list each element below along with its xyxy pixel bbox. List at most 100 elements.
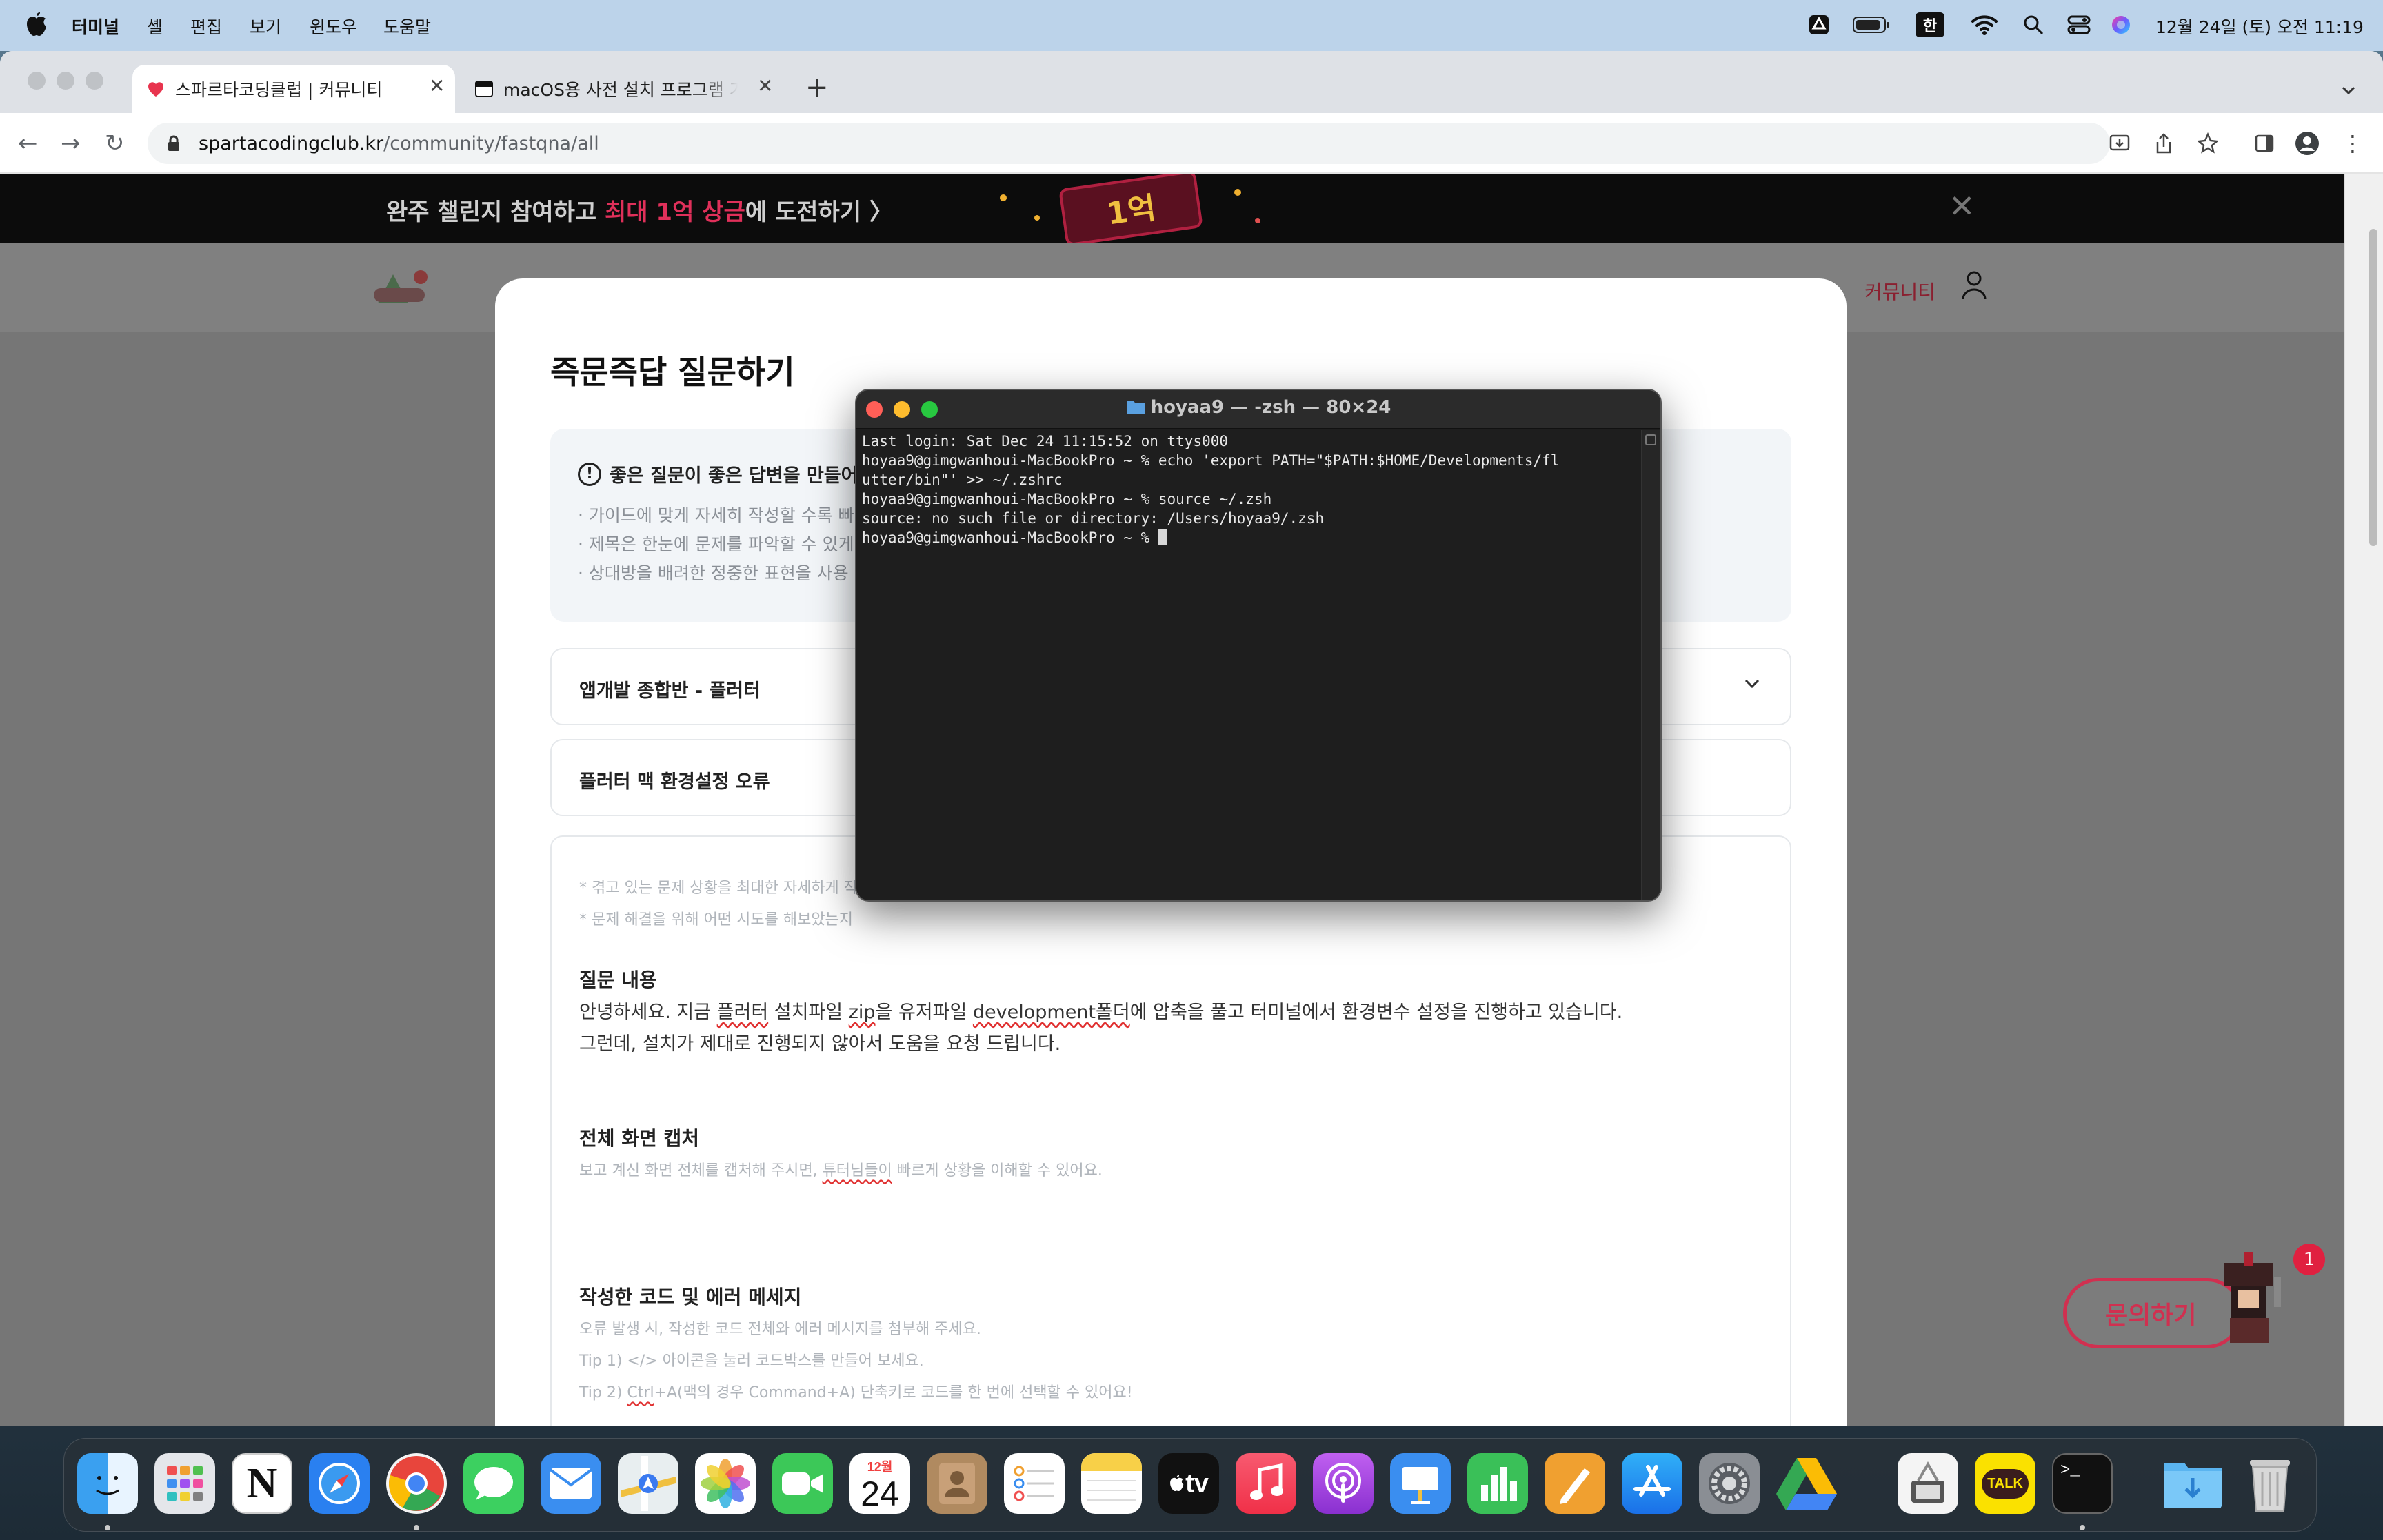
- window-close-button[interactable]: [28, 72, 46, 90]
- user-profile-icon[interactable]: [1961, 270, 1987, 303]
- window-minimize-button[interactable]: [57, 72, 74, 90]
- mascot-character-icon[interactable]: [2211, 1249, 2293, 1346]
- photos-icon[interactable]: [695, 1453, 756, 1514]
- tab-macos-guide[interactable]: macOS용 사전 설치 프로그램 가이드 ✕: [466, 65, 783, 113]
- podcasts-icon[interactable]: [1313, 1453, 1374, 1514]
- facetime-icon[interactable]: [772, 1453, 833, 1514]
- tab-search-chevron-icon[interactable]: [2339, 66, 2358, 114]
- calendar-month: 12월: [867, 1460, 893, 1474]
- running-indicator: [2080, 1525, 2085, 1530]
- back-arrow-icon[interactable]: ←: [18, 128, 38, 159]
- editor-hint: * 겪고 있는 문제 상황을 최대한 자세하게 작: [579, 880, 858, 897]
- wifi-icon[interactable]: [1971, 12, 1998, 37]
- google-drive-status-icon[interactable]: [1807, 12, 1831, 37]
- url-domain: spartacodingclub.kr: [199, 132, 384, 154]
- google-drive-icon[interactable]: [1776, 1453, 1837, 1514]
- promo-banner[interactable]: 완주 챌린지 참여하고 최대 1억 상금에 도전하기 〉 1억 ✕: [0, 174, 2344, 247]
- terminal-icon[interactable]: >_: [2052, 1453, 2113, 1514]
- reload-icon[interactable]: ↻: [105, 128, 125, 159]
- trash-icon[interactable]: [2240, 1453, 2300, 1514]
- system-information-icon[interactable]: [1898, 1453, 1958, 1514]
- numbers-icon[interactable]: [1467, 1453, 1528, 1514]
- menu-help[interactable]: 도움말: [383, 14, 431, 39]
- menu-app-name[interactable]: 터미널: [72, 14, 119, 39]
- running-indicator: [414, 1525, 419, 1530]
- terminal-line: utter/bin"' >> ~/.zshrc: [862, 472, 1063, 488]
- maps-icon[interactable]: [618, 1453, 678, 1514]
- pages-icon[interactable]: [1545, 1453, 1605, 1514]
- menu-window[interactable]: 윈도우: [310, 14, 357, 39]
- new-tab-button[interactable]: +: [805, 63, 829, 112]
- menu-shell[interactable]: 셸: [147, 14, 163, 39]
- confetti-dot: [1034, 215, 1040, 221]
- chevron-down-icon: [1744, 679, 1760, 689]
- menu-clock[interactable]: 12월 24일 (토) 오전 11:19: [2155, 14, 2364, 39]
- menu-edit[interactable]: 편집: [190, 14, 222, 39]
- notion-icon[interactable]: N: [232, 1453, 292, 1514]
- terminal-output[interactable]: Last login: Sat Dec 24 11:15:52 on ttys0…: [862, 432, 1641, 898]
- app-store-icon[interactable]: [1622, 1453, 1682, 1514]
- terminal-line: hoyaa9@gimgwanhoui-MacBookPro ~ % source…: [862, 491, 1272, 507]
- kakaotalk-label: TALK: [1982, 1468, 2029, 1499]
- messages-icon[interactable]: [463, 1453, 524, 1514]
- confetti-dot: [1234, 189, 1241, 196]
- notes-icon[interactable]: [1081, 1453, 1142, 1514]
- text-run: +A(맥의 경우 Command+A) 단축키로 코드를 한 번에 선택할 수 …: [654, 1384, 1133, 1401]
- forward-arrow-icon[interactable]: →: [61, 128, 81, 159]
- install-app-icon[interactable]: [2104, 128, 2135, 159]
- mail-icon[interactable]: [541, 1453, 601, 1514]
- siri-icon[interactable]: [2109, 12, 2133, 37]
- tab-close-icon[interactable]: ✕: [429, 74, 445, 97]
- kakaotalk-icon[interactable]: TALK: [1975, 1453, 2035, 1514]
- window-zoom-button[interactable]: [86, 72, 103, 90]
- address-bar[interactable]: spartacodingclub.kr/community/fastqna/al…: [148, 123, 2110, 164]
- editor-hint: * 문제 해결을 위해 어떤 시도를 해보았는지: [579, 911, 854, 929]
- battery-icon[interactable]: [1852, 12, 1891, 37]
- apple-tv-icon[interactable]: tv: [1158, 1453, 1219, 1514]
- question-editor[interactable]: * 겪고 있는 문제 상황을 최대한 자세하게 작 * 문제 해결을 위해 어떤…: [550, 835, 1791, 1426]
- spellcheck-word: development폴더: [972, 1002, 1130, 1023]
- music-icon[interactable]: [1236, 1453, 1296, 1514]
- bookmark-star-icon[interactable]: [2193, 128, 2223, 159]
- banner-prize-badge: 1억: [1058, 174, 1203, 247]
- sparta-favicon-icon: [148, 82, 163, 97]
- code-hint: 오류 발생 시, 작성한 코드 전체와 에러 메시지를 첨부해 주세요.: [579, 1321, 981, 1338]
- terminal-line: hoyaa9@gimgwanhoui-MacBookPro ~ % echo '…: [862, 452, 1560, 469]
- input-method-indicator[interactable]: 한: [1916, 12, 1944, 37]
- system-settings-icon[interactable]: [1699, 1453, 1760, 1514]
- safari-icon[interactable]: [309, 1453, 370, 1514]
- question-body-line: 그런데, 설치가 제대로 진행되지 않아서 도움을 요청 드립니다.: [579, 1033, 1061, 1055]
- text-run: 안녕하세요. 지금: [579, 1002, 717, 1023]
- apple-menu-icon[interactable]: [25, 12, 47, 37]
- launchpad-icon[interactable]: [154, 1453, 215, 1514]
- finder-icon[interactable]: [77, 1453, 138, 1514]
- calendar-icon[interactable]: 12월 24: [849, 1453, 910, 1514]
- downloads-folder-icon[interactable]: [2162, 1453, 2223, 1514]
- nav-community[interactable]: 커뮤니티: [1864, 277, 1935, 305]
- reminders-icon[interactable]: [1004, 1453, 1065, 1514]
- share-icon[interactable]: [2149, 128, 2179, 159]
- terminal-scrollbar[interactable]: [1641, 430, 1660, 900]
- spellcheck-word: zip: [848, 1002, 876, 1023]
- spotlight-search-icon[interactable]: [2022, 12, 2045, 37]
- banner-close-icon[interactable]: ✕: [1949, 188, 1975, 225]
- tab-sparta-community[interactable]: 스파르타코딩클럽 | 커뮤니티 ✕: [132, 65, 455, 113]
- terminal-split-icon[interactable]: [1645, 434, 1656, 445]
- keynote-icon[interactable]: [1390, 1453, 1451, 1514]
- tab-close-icon[interactable]: ✕: [757, 74, 773, 97]
- terminal-title-bar[interactable]: hoyaa9 — -zsh — 80×24: [856, 390, 1660, 429]
- side-panel-icon[interactable]: [2249, 128, 2280, 159]
- text-run: 을 유저파일: [875, 1002, 973, 1023]
- page-scrollbar-thumb[interactable]: [2369, 229, 2377, 546]
- contacts-icon[interactable]: [927, 1453, 987, 1514]
- terminal-prompt: hoyaa9@gimgwanhoui-MacBookPro ~ %: [862, 529, 1158, 546]
- chrome-menu-icon[interactable]: ⋮: [2337, 128, 2368, 159]
- terminal-window[interactable]: hoyaa9 — -zsh — 80×24 Last login: Sat De…: [855, 389, 1662, 902]
- guide-heading-text: 좋은 질문이 좋은 답변을 만들어요: [610, 465, 876, 487]
- control-center-icon[interactable]: [2066, 12, 2092, 37]
- menu-view[interactable]: 보기: [250, 14, 281, 39]
- profile-avatar-icon[interactable]: [2292, 128, 2322, 159]
- chrome-icon[interactable]: [386, 1453, 447, 1514]
- sparta-logo[interactable]: [372, 267, 455, 309]
- banner-text-prefix: 완주 챌린지 참여하고: [386, 199, 605, 226]
